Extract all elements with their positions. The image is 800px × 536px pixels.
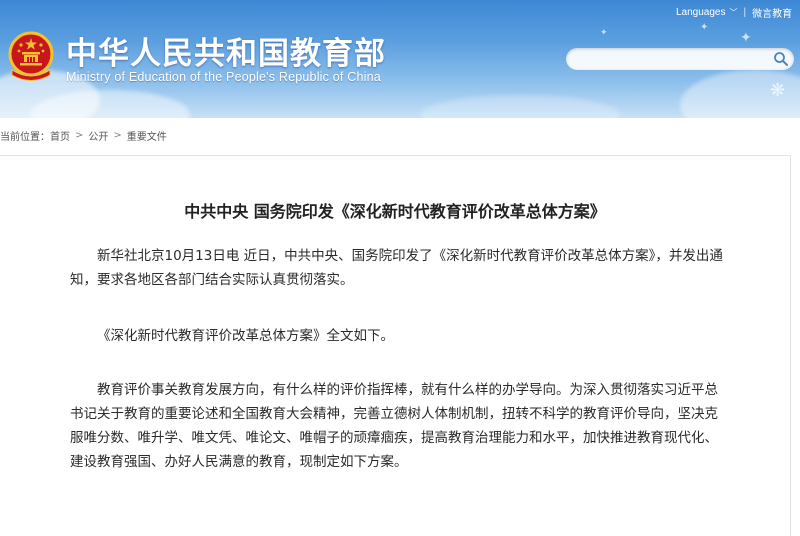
header-banner: ✦ ✦ ❋ ✦ 中华人民共和国教育部 Ministry of Education… [0, 0, 800, 118]
cloud-decoration [420, 95, 620, 118]
sparkle-decoration: ✦ [600, 28, 608, 38]
breadcrumb-important-docs-link[interactable]: 重要文件 [127, 128, 167, 143]
article-paragraph: 《深化新时代教育评价改革总体方案》全文如下。 [97, 328, 394, 344]
article-title: 中共中央 国务院印发《深化新时代教育评价改革总体方案》 [184, 202, 606, 221]
breadcrumb: 当前位置： 首页 > 公开 > 重要文件 [0, 128, 167, 143]
site-subtitle: Ministry of Education of the People's Re… [66, 70, 381, 84]
article-panel: 中共中央 国务院印发《深化新时代教育评价改革总体方案》 新华社北京10月13日电… [0, 155, 791, 536]
search-input[interactable] [576, 50, 766, 70]
breadcrumb-home-link[interactable]: 首页 [50, 128, 70, 143]
search-icon[interactable] [773, 51, 789, 67]
breadcrumb-separator: > [113, 130, 122, 141]
languages-label: Languages [676, 7, 726, 18]
site-title[interactable]: 中华人民共和国教育部 [66, 28, 386, 73]
article-paragraph: 教育评价事关教育发展方向，有什么样的评价指挥棒，就有什么样的办学导向。为深入贯彻… [70, 382, 718, 470]
top-links: Languages ﹀ | 微言教育 [676, 5, 792, 20]
languages-menu[interactable]: Languages ﹀ [676, 7, 738, 18]
national-emblem-icon[interactable] [6, 30, 56, 82]
divider: | [743, 7, 747, 18]
search-box [566, 48, 794, 70]
chevron-down-icon: ﹀ [729, 8, 738, 17]
weibo-link[interactable]: 微言教育 [752, 5, 792, 20]
breadcrumb-prefix: 当前位置： [0, 132, 50, 143]
breadcrumb-separator: > [75, 130, 84, 141]
sparkle-decoration: ✦ [740, 30, 752, 46]
breadcrumb-public-link[interactable]: 公开 [88, 128, 108, 143]
article-paragraph: 新华社北京10月13日电 近日，中共中央、国务院印发了《深化新时代教育评价改革总… [70, 248, 723, 288]
sparkle-decoration: ❋ [770, 80, 786, 101]
sparkle-decoration: ✦ [700, 22, 709, 33]
